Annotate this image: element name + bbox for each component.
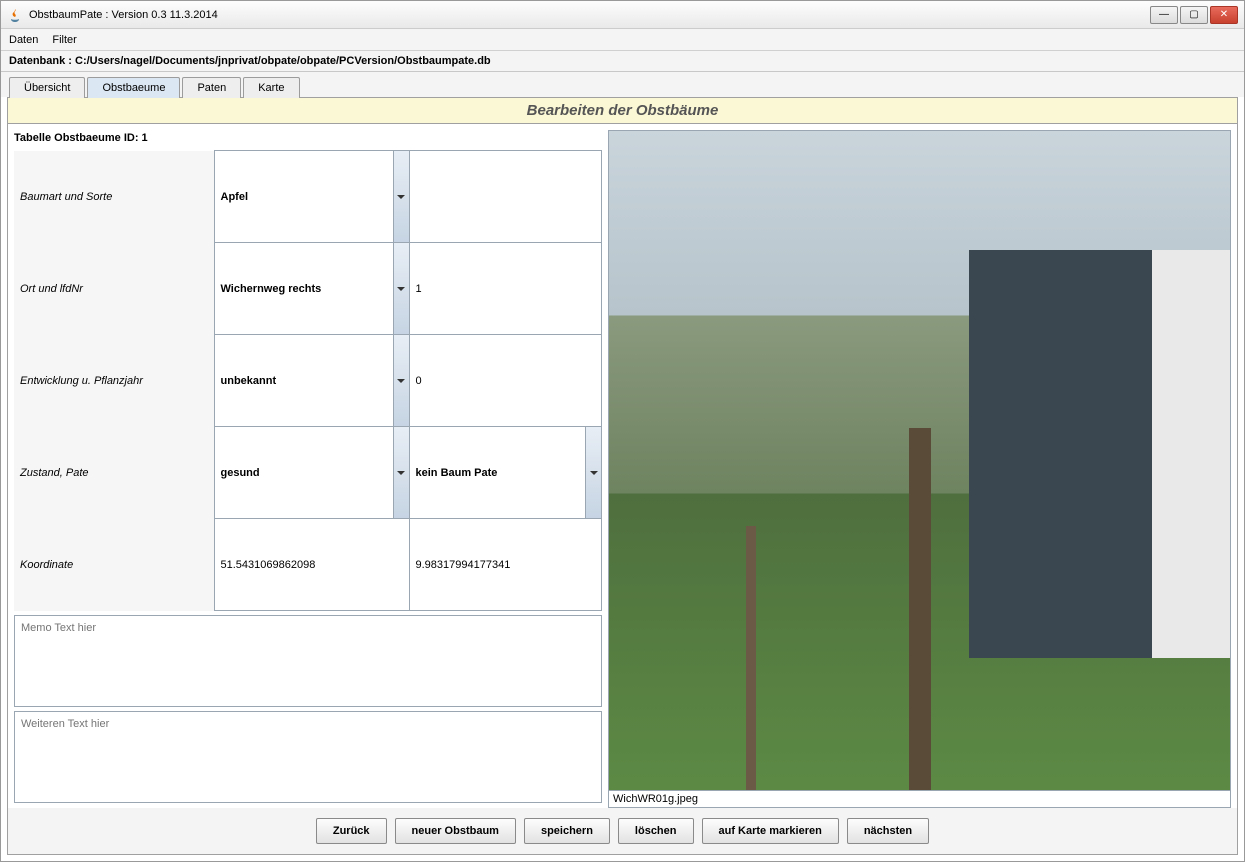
combo-ort-value: Wichernweg rechts <box>221 283 322 295</box>
field-pflanzjahr[interactable]: 0 <box>409 335 602 427</box>
memo-textarea[interactable] <box>14 615 602 707</box>
window-title: ObstbaumPate : Version 0.3 11.3.2014 <box>29 9 218 21</box>
combo-pate[interactable]: kein Baum Pate <box>416 427 596 518</box>
label-zustand: Zustand, Pate <box>14 427 214 519</box>
panel-title: Bearbeiten der Obstbäume <box>8 98 1237 124</box>
combo-zustand[interactable]: gesund <box>221 427 403 518</box>
photo-filename: WichWR01g.jpeg <box>608 791 1231 808</box>
content-frame: Bearbeiten der Obstbäume Tabelle Obstbae… <box>7 97 1238 855</box>
chevron-down-icon[interactable] <box>393 151 409 242</box>
chevron-down-icon[interactable] <box>585 427 601 518</box>
chevron-down-icon[interactable] <box>393 427 409 518</box>
tab-bar: Übersicht Obstbaeume Paten Karte <box>1 72 1244 97</box>
chevron-down-icon[interactable] <box>393 335 409 426</box>
extra-textarea[interactable] <box>14 711 602 803</box>
label-baumart: Baumart und Sorte <box>14 151 214 243</box>
save-button[interactable]: speichern <box>524 818 610 844</box>
app-window: ObstbaumPate : Version 0.3 11.3.2014 — ▢… <box>0 0 1245 862</box>
delete-button[interactable]: löschen <box>618 818 694 844</box>
combo-zustand-value: gesund <box>221 467 260 479</box>
menu-filter[interactable]: Filter <box>52 34 76 46</box>
field-lon[interactable]: 9.98317994177341 <box>409 519 602 611</box>
button-bar: Zurück neuer Obstbaum speichern löschen … <box>8 808 1237 854</box>
label-ort: Ort und lfdNr <box>14 243 214 335</box>
menu-daten[interactable]: Daten <box>9 34 38 46</box>
tab-obstbaeume[interactable]: Obstbaeume <box>87 77 180 98</box>
new-tree-button[interactable]: neuer Obstbaum <box>395 818 516 844</box>
image-pane: WichWR01g.jpeg <box>608 124 1237 808</box>
combo-pate-value: kein Baum Pate <box>416 467 498 479</box>
table-caption: Tabelle Obstbaeume ID: 1 <box>14 130 602 150</box>
combo-baumart-value: Apfel <box>221 191 249 203</box>
field-lfdnr[interactable]: 1 <box>409 243 602 335</box>
combo-entwicklung[interactable]: unbekannt <box>221 335 403 426</box>
maximize-button[interactable]: ▢ <box>1180 6 1208 24</box>
tab-karte[interactable]: Karte <box>243 77 299 98</box>
field-baumart-extra[interactable] <box>409 151 602 243</box>
form-table: Baumart und Sorte Apfel Ort und lfdNr <box>14 150 602 611</box>
back-button[interactable]: Zurück <box>316 818 387 844</box>
label-entwicklung: Entwicklung u. Pflanzjahr <box>14 335 214 427</box>
minimize-button[interactable]: — <box>1150 6 1178 24</box>
database-path: Datenbank : C:/Users/nagel/Documents/jnp… <box>1 51 1244 72</box>
field-lat[interactable]: 51.5431069862098 <box>214 519 409 611</box>
close-button[interactable]: ✕ <box>1210 6 1238 24</box>
tree-photo <box>608 130 1231 791</box>
combo-ort[interactable]: Wichernweg rechts <box>221 243 403 334</box>
titlebar: ObstbaumPate : Version 0.3 11.3.2014 — ▢… <box>1 1 1244 29</box>
label-koordinate: Koordinate <box>14 519 214 611</box>
next-button[interactable]: nächsten <box>847 818 929 844</box>
tab-uebersicht[interactable]: Übersicht <box>9 77 85 98</box>
menubar: Daten Filter <box>1 29 1244 51</box>
tab-paten[interactable]: Paten <box>182 77 241 98</box>
form-pane: Tabelle Obstbaeume ID: 1 Baumart und Sor… <box>8 124 608 808</box>
mark-on-map-button[interactable]: auf Karte markieren <box>702 818 839 844</box>
chevron-down-icon[interactable] <box>393 243 409 334</box>
combo-entwicklung-value: unbekannt <box>221 375 277 387</box>
java-icon <box>7 7 23 23</box>
combo-baumart[interactable]: Apfel <box>221 151 403 242</box>
